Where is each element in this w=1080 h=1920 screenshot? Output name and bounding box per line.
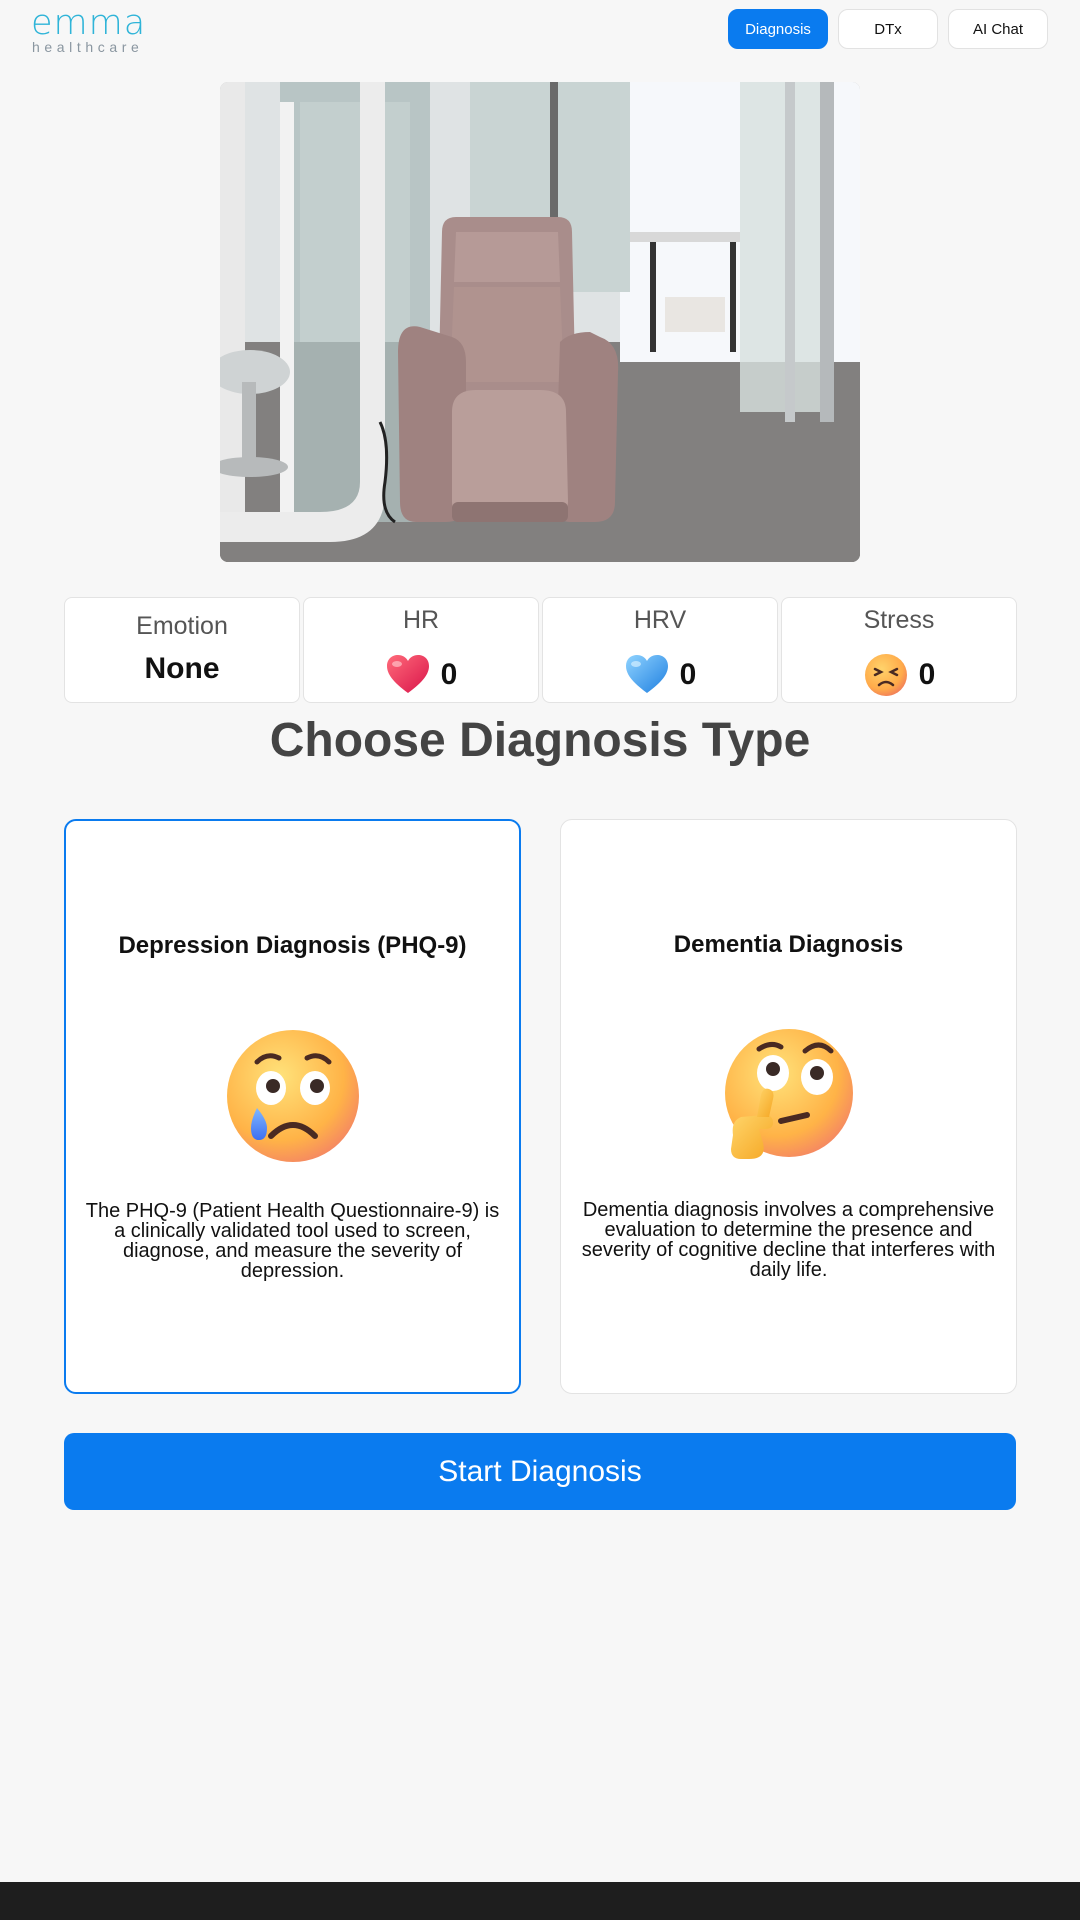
emotion-value: None	[144, 652, 220, 685]
start-diagnosis-button[interactable]: Start Diagnosis	[64, 1433, 1016, 1510]
hrv-label: HRV	[633, 606, 687, 634]
hr-value-row: 0	[304, 652, 538, 698]
sad-face-with-tear-icon	[226, 1030, 359, 1162]
dementia-card-description: Dementia diagnosis involves a comprehens…	[581, 1199, 996, 1281]
depression-diagnosis-card[interactable]: Depression Diagnosis (PHQ-9) The PHQ-9 (…	[64, 819, 521, 1394]
hr-metric-card: HR 0	[303, 597, 539, 703]
emotion-label: Emotion	[136, 612, 228, 640]
dementia-card-title: Dementia Diagnosis	[673, 931, 904, 958]
hr-label: HR	[402, 606, 440, 634]
logo-tagline: healthcare	[32, 39, 144, 55]
hr-value: 0	[440, 658, 458, 691]
camera-feed	[220, 82, 860, 562]
nav-diagnosis-button[interactable]: Diagnosis	[728, 9, 828, 49]
nav-dtx-button[interactable]: DTx	[838, 9, 938, 49]
red-heart-icon	[386, 655, 429, 693]
stress-label: Stress	[863, 606, 935, 634]
dementia-diagnosis-card[interactable]: Dementia Diagnosis Dementia diagnosis in…	[560, 819, 1017, 1394]
hrv-value: 0	[679, 658, 697, 691]
thinking-face-icon	[724, 1029, 853, 1159]
section-title: Choose Diagnosis Type	[269, 714, 811, 767]
stressed-face-icon	[864, 654, 907, 696]
emma-healthcare-logo: emma healthcare	[31, 3, 156, 56]
hrv-metric-card: HRV 0	[542, 597, 778, 703]
emotion-value-row: None	[65, 652, 299, 686]
logo-wordmark: emma	[31, 3, 147, 43]
footer-bar	[0, 1882, 1080, 1920]
nav-ai-chat-button[interactable]: AI Chat	[948, 9, 1048, 49]
depression-card-description: The PHQ-9 (Patient Health Questionnaire-…	[85, 1200, 500, 1282]
hrv-value-row: 0	[543, 652, 777, 698]
stress-value: 0	[918, 658, 936, 691]
stress-value-row: 0	[782, 652, 1016, 698]
stress-metric-card: Stress 0	[781, 597, 1017, 703]
emotion-metric-card: Emotion None	[64, 597, 300, 703]
depression-card-title: Depression Diagnosis (PHQ-9)	[118, 932, 467, 959]
blue-heart-icon	[625, 655, 668, 693]
